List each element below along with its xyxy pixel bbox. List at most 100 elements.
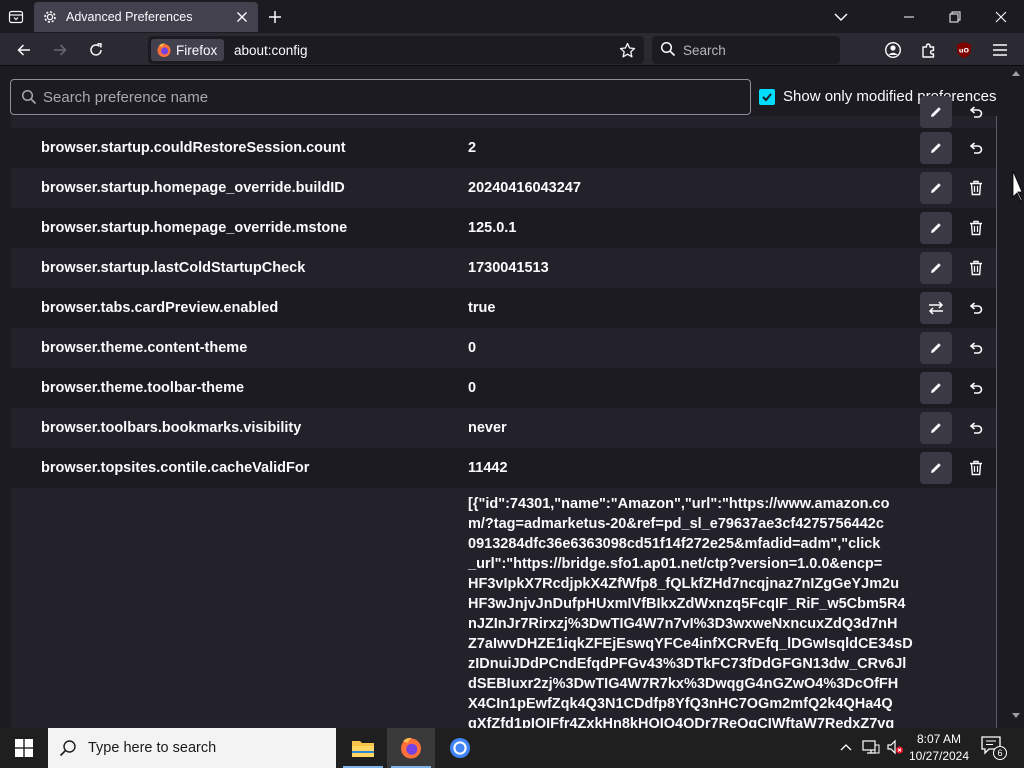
pencil-icon[interactable] <box>920 132 952 164</box>
taskbar-search-box[interactable]: Type here to search <box>48 728 336 768</box>
json-value-line: HF3vIpkX7RcdjpkX4ZfWfp8_fQLkfZHd7ncqjnaz… <box>468 576 900 592</box>
preference-json-value: [{"id":74301,"name":"Amazon","url":"http… <box>468 494 916 728</box>
search-icon <box>660 41 676 57</box>
pencil-icon[interactable] <box>920 96 952 128</box>
scroll-up-icon[interactable] <box>1012 70 1020 76</box>
volume-muted-icon[interactable] <box>886 739 904 755</box>
identity-label: Firefox <box>176 42 218 58</box>
preference-value: never <box>468 420 507 436</box>
trash-icon[interactable] <box>960 212 992 244</box>
preference-search-input[interactable]: Search preference name <box>10 79 751 115</box>
minimize-icon[interactable] <box>886 0 932 33</box>
table-row: browser.theme.toolbar-theme 0 <box>11 368 997 408</box>
clock-time: 8:07 AM <box>916 732 962 746</box>
taskbar-search-placeholder: Type here to search <box>88 740 217 756</box>
preference-table: browser.startup.couldRestoreSession.coun… <box>11 96 997 728</box>
tab-strip: Advanced Preferences <box>0 0 1024 33</box>
preference-name: browser.startup.couldRestoreSession.coun… <box>41 140 346 156</box>
preference-value: 0 <box>468 380 477 396</box>
hamburger-menu-icon[interactable] <box>987 37 1013 63</box>
windows-taskbar: Type here to search 8:07 AM 10/27/2024 6 <box>0 728 1024 768</box>
checkmark-icon[interactable] <box>759 88 775 105</box>
divider <box>996 116 997 728</box>
table-row: browser.startup.homepage_override.buildI… <box>11 168 997 208</box>
preference-value: 0 <box>468 340 477 356</box>
star-bookmark-icon[interactable] <box>616 39 638 61</box>
trash-icon[interactable] <box>960 252 992 284</box>
reset-icon[interactable] <box>960 292 992 324</box>
preference-name: browser.startup.homepage_override.mstone <box>41 220 348 236</box>
json-value-line: zIDnuiJDdPCndEfqdPFGv43%3DTkFC73fDdGFGN1… <box>468 656 907 672</box>
json-value-line: HF3wJnjvJnDufpHUxmIVfBIkxZdWxnzq5FcqIF_R… <box>468 596 906 612</box>
pencil-icon[interactable] <box>920 412 952 444</box>
json-value-line: qXfZfd1pIOIFfr4ZxkHn8kHOIO4QDr7ReOqCIWft… <box>468 716 895 728</box>
new-tab-icon[interactable] <box>264 6 286 28</box>
navigation-toolbar: Firefox about:config Search uO <box>0 33 1024 66</box>
preference-value: true <box>468 300 496 316</box>
preference-value: 1730041513 <box>468 260 549 276</box>
preference-name: browser.topsites.contile.cacheValidFor <box>41 460 310 476</box>
pencil-icon[interactable] <box>920 452 952 484</box>
pencil-icon[interactable] <box>920 332 952 364</box>
table-row: browser.theme.content-theme 0 <box>11 328 997 368</box>
chrome-taskbar-icon[interactable] <box>436 728 484 768</box>
preference-value: 20240416043247 <box>468 180 581 196</box>
close-tab-icon[interactable] <box>232 7 252 27</box>
account-icon[interactable] <box>880 37 906 63</box>
table-row: browser.toolbars.bookmarks.visibility nev… <box>11 408 997 448</box>
scrollbar[interactable] <box>1008 67 1024 728</box>
table-row: browser.startup.lastColdStartupCheck 1730… <box>11 248 997 288</box>
pencil-icon[interactable] <box>920 172 952 204</box>
reset-icon[interactable] <box>960 96 992 128</box>
preference-rows: browser.startup.couldRestoreSession.coun… <box>11 128 997 488</box>
close-window-icon[interactable] <box>978 0 1024 33</box>
json-value-line: m/?tag=admarketus-20&ref=pd_sl_e79637ae3… <box>468 516 884 532</box>
trash-icon[interactable] <box>960 452 992 484</box>
table-row <box>11 96 997 128</box>
json-value-line: X4CIn1pEwfZqk4Q3N1CDdfp8YfQ3nHC7OGm2mfQ2… <box>468 696 893 712</box>
reset-icon[interactable] <box>960 412 992 444</box>
pencil-icon[interactable] <box>920 212 952 244</box>
chevron-up-icon[interactable] <box>838 739 854 755</box>
trash-icon[interactable] <box>960 172 992 204</box>
firefox-logo-icon <box>156 42 172 58</box>
url-bar[interactable]: Firefox about:config <box>148 36 644 64</box>
json-value-line: Z7aIwvDHZE1iqkZFEjEswqYFCe4infXCRvEfq_lD… <box>468 636 913 652</box>
file-explorer-icon[interactable] <box>339 728 387 768</box>
table-row: browser.topsites.contile.cacheValidFor 11… <box>11 448 997 488</box>
search-bar-placeholder: Search <box>683 43 726 58</box>
preference-value: 11442 <box>468 460 508 476</box>
network-icon[interactable] <box>862 739 880 755</box>
table-row: [{"id":74301,"name":"Amazon","url":"http… <box>11 488 997 728</box>
system-clock[interactable]: 8:07 AM 10/27/2024 <box>905 731 973 765</box>
identity-box[interactable]: Firefox <box>151 39 225 61</box>
pencil-icon[interactable] <box>920 372 952 404</box>
table-row: browser.startup.homepage_override.mstone… <box>11 208 997 248</box>
tab-advanced-preferences[interactable]: Advanced Preferences <box>34 2 258 32</box>
json-value-line: nJZInJr7Rirxzj%3DwTIG4W7n7vI%3D3wxweNxnc… <box>468 616 898 632</box>
scroll-down-icon[interactable] <box>1012 713 1020 719</box>
search-bar[interactable]: Search <box>652 36 840 64</box>
search-icon <box>59 739 77 757</box>
reset-icon[interactable] <box>960 372 992 404</box>
windows-start-icon[interactable] <box>0 728 48 768</box>
json-value-line: [{"id":74301,"name":"Amazon","url":"http… <box>468 496 890 512</box>
preference-name: browser.toolbars.bookmarks.visibility <box>41 420 302 436</box>
notifications-icon[interactable]: 6 <box>980 735 1007 760</box>
restore-icon[interactable] <box>932 0 978 33</box>
reset-icon[interactable] <box>960 332 992 364</box>
firefox-taskbar-icon[interactable] <box>387 728 435 768</box>
reload-icon[interactable] <box>83 37 109 63</box>
pencil-icon[interactable] <box>920 252 952 284</box>
extensions-icon[interactable] <box>916 37 942 63</box>
toggle-icon[interactable] <box>920 292 952 324</box>
url-text: about:config <box>234 43 308 58</box>
reset-icon[interactable] <box>960 132 992 164</box>
preference-name: browser.startup.homepage_override.buildI… <box>41 180 345 196</box>
ublock-origin-icon[interactable]: uO <box>951 37 977 63</box>
back-arrow-icon[interactable] <box>11 37 37 63</box>
forward-arrow-icon[interactable] <box>47 37 73 63</box>
gear-icon <box>42 9 58 25</box>
list-all-tabs-icon[interactable] <box>5 6 27 28</box>
chevron-down-icon[interactable] <box>818 0 864 33</box>
